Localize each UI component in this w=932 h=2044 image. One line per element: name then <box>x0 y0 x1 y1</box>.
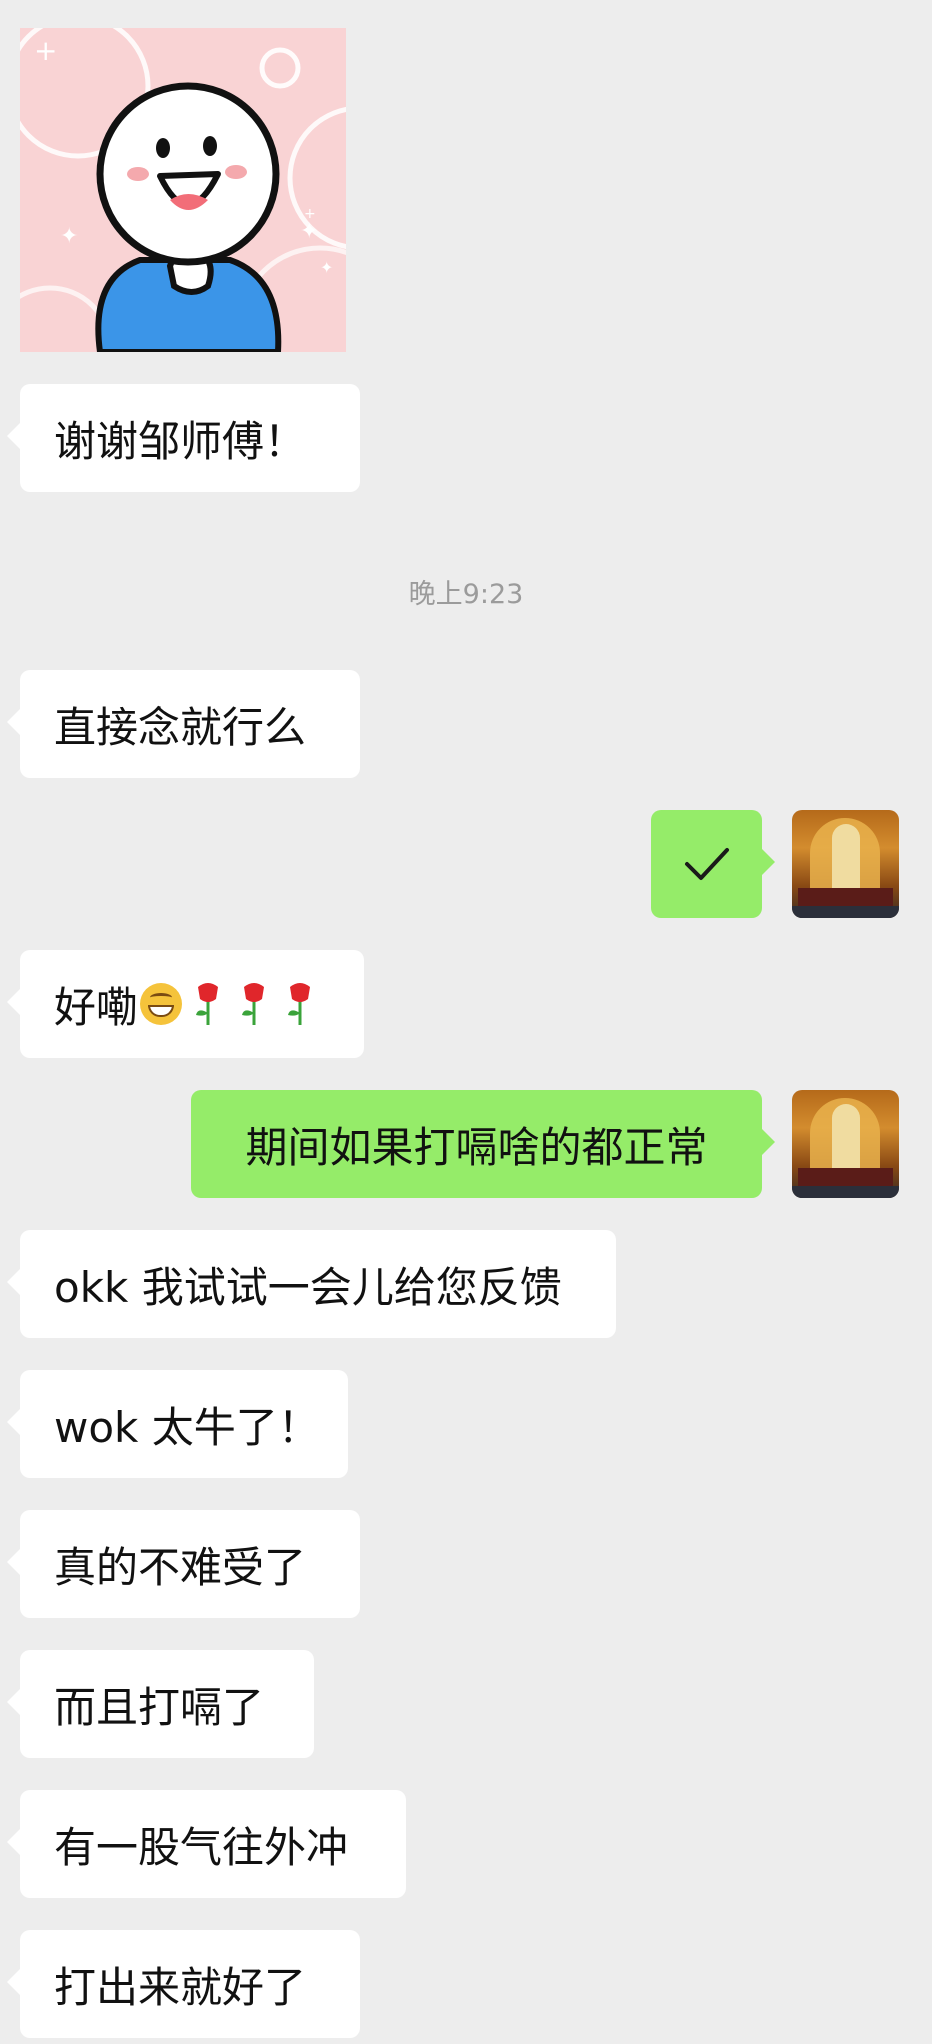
message-text: 谢谢邹师傅！ <box>54 416 307 466</box>
svg-text:✦: ✦ <box>320 258 333 277</box>
incoming-message[interactable]: 而且打嗝了 <box>7 1650 314 1758</box>
message-text: wok 太牛了！ <box>54 1402 320 1452</box>
outgoing-message[interactable]: 期间如果打嗝啥的都正常 <box>191 1090 775 1198</box>
message-text: 直接念就行么 <box>54 702 307 752</box>
message-text: 好嘞 <box>54 982 139 1032</box>
incoming-message[interactable]: 打出来就好了 <box>7 1930 360 2038</box>
outgoing-message[interactable] <box>651 810 775 918</box>
message-text: 有一股气往外冲 <box>54 1822 349 1872</box>
svg-text:✦: ✦ <box>60 224 78 249</box>
message-text: 真的不难受了 <box>54 1542 307 1592</box>
smiling-character-sticker: + ✦ ✦ ✦ + <box>20 28 346 352</box>
sticker-image[interactable]: + ✦ ✦ ✦ + <box>20 28 346 352</box>
svg-text:+: + <box>34 34 57 67</box>
avatar[interactable] <box>792 1090 899 1198</box>
rose-emoji-icon <box>242 983 265 1025</box>
rose-emoji-icon <box>288 983 311 1025</box>
incoming-message[interactable]: 直接念就行么 <box>7 670 360 778</box>
incoming-message[interactable]: 真的不难受了 <box>7 1510 360 1618</box>
incoming-message[interactable]: okk 我试试一会儿给您反馈 <box>7 1230 616 1338</box>
grinning-face-emoji-icon <box>140 983 183 1025</box>
avatar[interactable] <box>792 810 899 918</box>
message-text: 打出来就好了 <box>54 1962 307 2012</box>
message-text: 而且打嗝了 <box>54 1682 265 1732</box>
message-text: 期间如果打嗝啥的都正常 <box>245 1122 708 1172</box>
message-text: okk 我试试一会儿给您反馈 <box>54 1262 562 1312</box>
incoming-message[interactable]: 好嘞 <box>7 950 364 1058</box>
incoming-message[interactable]: 谢谢邹师傅！ <box>7 384 360 492</box>
svg-text:+: + <box>304 206 316 222</box>
incoming-message[interactable]: 有一股气往外冲 <box>7 1790 406 1898</box>
timestamp: 晚上9:23 <box>408 579 524 610</box>
incoming-message[interactable]: wok 太牛了！ <box>7 1370 348 1478</box>
rose-emoji-icon <box>196 983 219 1025</box>
check-icon <box>684 848 729 880</box>
svg-text:✦: ✦ <box>300 219 318 244</box>
